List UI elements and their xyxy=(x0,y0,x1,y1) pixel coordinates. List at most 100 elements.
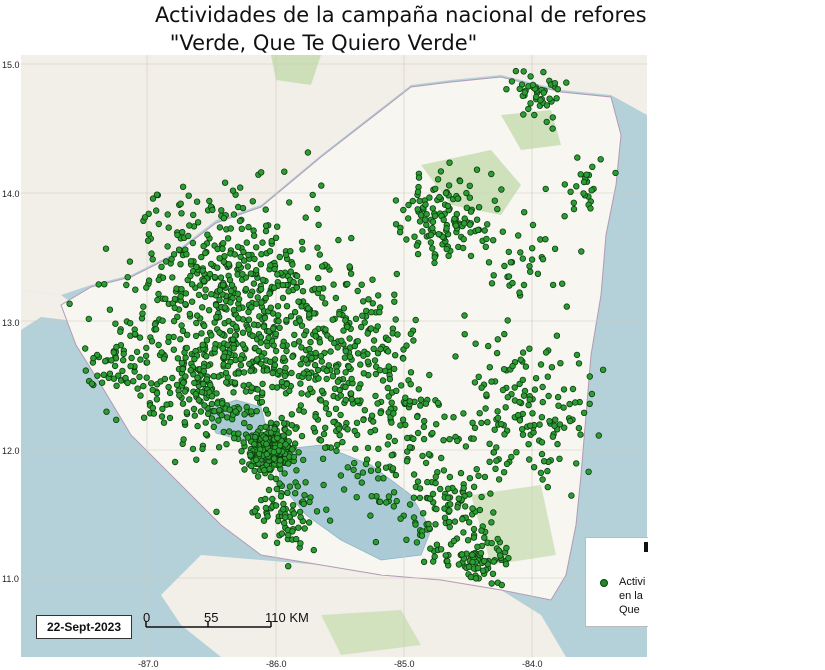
activity-point xyxy=(546,95,553,102)
activity-point xyxy=(308,354,315,362)
activity-point xyxy=(487,490,494,497)
activity-point xyxy=(574,154,581,161)
activity-point xyxy=(305,311,313,318)
activity-point xyxy=(160,355,168,362)
activity-point xyxy=(284,489,291,496)
activity-point xyxy=(194,422,201,430)
activity-point xyxy=(253,408,260,415)
activity-point xyxy=(137,392,144,399)
activity-point xyxy=(414,206,421,213)
activity-point xyxy=(335,236,342,244)
activity-point xyxy=(247,367,254,375)
activity-point xyxy=(165,224,172,231)
activity-point xyxy=(494,414,502,422)
activity-point xyxy=(407,381,414,388)
activity-point xyxy=(364,358,372,365)
activity-point xyxy=(537,469,545,477)
activity-point xyxy=(183,251,190,258)
activity-point xyxy=(100,371,107,378)
activity-point xyxy=(385,433,393,440)
activity-point xyxy=(415,386,422,393)
activity-point xyxy=(262,435,269,442)
activity-point xyxy=(183,344,190,352)
activity-point xyxy=(391,291,398,298)
activity-point xyxy=(260,323,267,330)
activity-point xyxy=(392,197,400,204)
activity-point xyxy=(320,430,328,438)
activity-point xyxy=(278,378,286,386)
activity-point xyxy=(385,363,392,370)
activity-point xyxy=(326,517,334,524)
activity-point xyxy=(225,260,232,268)
activity-point xyxy=(445,182,453,189)
activity-point xyxy=(290,510,298,517)
map-canvas[interactable] xyxy=(21,55,647,657)
activity-point xyxy=(103,408,110,415)
activity-point xyxy=(226,327,234,334)
activity-point xyxy=(490,272,497,279)
lon-label-85: -85.0 xyxy=(394,659,415,669)
activity-point xyxy=(166,414,174,422)
activity-point xyxy=(519,255,526,262)
activity-point xyxy=(393,497,400,505)
activity-point xyxy=(282,441,289,448)
activity-point xyxy=(174,355,182,362)
activity-point xyxy=(143,284,150,291)
activity-point xyxy=(220,214,228,222)
activity-point xyxy=(426,371,433,379)
activity-point xyxy=(397,515,404,522)
activity-point xyxy=(289,261,296,268)
activity-point xyxy=(503,86,510,93)
activity-point xyxy=(410,494,418,501)
activity-point xyxy=(133,348,141,356)
activity-point xyxy=(334,441,341,449)
activity-point xyxy=(203,353,210,360)
activity-point xyxy=(240,439,247,446)
activity-point xyxy=(312,349,319,357)
activity-point xyxy=(124,273,131,281)
activity-point xyxy=(374,400,381,407)
activity-point xyxy=(384,348,392,355)
activity-point xyxy=(241,411,248,418)
activity-point xyxy=(517,356,524,363)
activity-point xyxy=(494,535,501,543)
activity-point xyxy=(131,330,139,338)
activity-point xyxy=(526,456,533,463)
activity-point xyxy=(301,331,308,339)
activity-point xyxy=(337,392,344,399)
activity-point xyxy=(249,332,256,339)
activity-point xyxy=(178,322,185,329)
activity-point xyxy=(427,239,435,246)
activity-point xyxy=(474,543,481,550)
activity-point xyxy=(269,325,277,332)
activity-point xyxy=(204,231,211,238)
activity-point xyxy=(466,221,474,228)
activity-point xyxy=(272,347,280,355)
activity-point xyxy=(124,379,131,386)
activity-point xyxy=(312,413,319,420)
activity-point xyxy=(310,546,317,554)
activity-point xyxy=(493,457,500,464)
activity-point xyxy=(215,444,223,451)
activity-point xyxy=(365,296,372,303)
activity-point xyxy=(251,467,258,475)
activity-point xyxy=(542,349,550,356)
activity-point xyxy=(577,431,584,438)
activity-point xyxy=(189,239,197,247)
activity-point xyxy=(540,458,548,465)
activity-point xyxy=(222,369,230,377)
activity-point xyxy=(273,485,280,493)
activity-point xyxy=(573,183,580,190)
activity-point xyxy=(317,437,325,444)
activity-point xyxy=(203,337,211,344)
activity-point xyxy=(322,326,329,333)
activity-point xyxy=(179,183,187,190)
scale-label-0: 0 xyxy=(143,610,151,625)
activity-point xyxy=(313,508,321,515)
activity-point xyxy=(320,481,327,489)
activity-point xyxy=(417,211,425,219)
legend-point-icon xyxy=(600,579,608,587)
activity-point xyxy=(239,329,247,336)
activity-point xyxy=(486,364,493,371)
activity-point xyxy=(416,197,423,205)
